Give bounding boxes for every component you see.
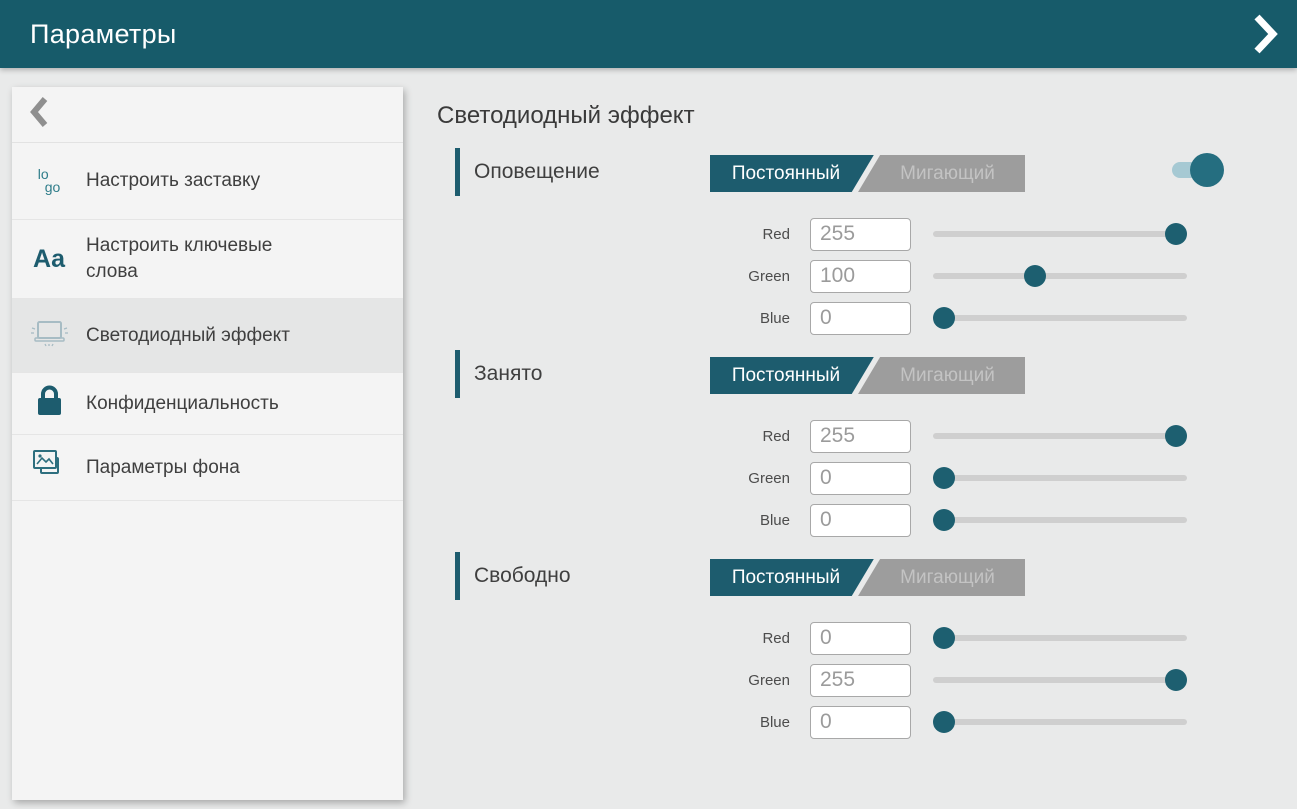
red-row: Red: [455, 213, 1255, 255]
blue-slider[interactable]: [933, 719, 1187, 725]
font-aa-icon: Aa: [33, 245, 65, 274]
monitor-glow-icon: [27, 316, 71, 355]
section-title: Оповещение: [474, 160, 600, 184]
images-icon: [31, 448, 67, 487]
red-slider[interactable]: [933, 433, 1187, 439]
red-row: Red: [455, 617, 1255, 659]
blue-value-input[interactable]: [810, 302, 911, 335]
section-accent-bar: [455, 148, 460, 196]
sidebar-item-keywords[interactable]: Aa Настроить ключевые слова: [12, 220, 403, 299]
sidebar-item-label: Настроить ключевые слова: [86, 233, 336, 284]
sidebar-item-background[interactable]: Параметры фона: [12, 435, 403, 501]
green-label: Green: [700, 470, 790, 487]
slider-thumb[interactable]: [933, 467, 955, 489]
page-title: Параметры: [30, 19, 177, 50]
logo-text-icon: lo go: [38, 168, 61, 194]
red-label: Red: [700, 226, 790, 243]
blue-row: Blue: [455, 297, 1255, 339]
sidebar-item-label: Параметры фона: [86, 455, 252, 481]
mode-toggle-group: Постоянный Мигающий: [710, 559, 1025, 596]
slider-thumb[interactable]: [933, 711, 955, 733]
blue-row: Blue: [455, 499, 1255, 541]
green-value-input[interactable]: [810, 260, 911, 293]
red-slider[interactable]: [933, 635, 1187, 641]
blue-label: Blue: [700, 512, 790, 529]
green-slider[interactable]: [933, 475, 1187, 481]
red-slider[interactable]: [933, 231, 1187, 237]
forward-chevron-icon[interactable]: [1249, 14, 1281, 54]
sidebar-item-screensaver[interactable]: lo go Настроить заставку: [12, 143, 403, 220]
red-label: Red: [700, 428, 790, 445]
settings-sidebar: lo go Настроить заставку Aa Настроить кл…: [12, 87, 403, 800]
sidebar-item-led-effect[interactable]: Светодиодный эффект: [12, 299, 403, 373]
slider-thumb[interactable]: [933, 627, 955, 649]
lock-icon: [36, 385, 63, 422]
sidebar-collapse-button[interactable]: [12, 87, 403, 143]
slider-thumb[interactable]: [933, 509, 955, 531]
blue-label: Blue: [700, 310, 790, 327]
blue-row: Blue: [455, 701, 1255, 743]
red-label: Red: [700, 630, 790, 647]
green-row: Green: [455, 255, 1255, 297]
mode-toggle-group: Постоянный Мигающий: [710, 357, 1025, 394]
blue-slider[interactable]: [933, 315, 1187, 321]
section-busy: Занято Постоянный Мигающий Red Green Blu…: [455, 350, 1255, 541]
green-row: Green: [455, 457, 1255, 499]
content-title: Светодиодный эффект: [437, 102, 695, 130]
red-row: Red: [455, 415, 1255, 457]
section-accent-bar: [455, 350, 460, 398]
slider-thumb[interactable]: [1024, 265, 1046, 287]
green-value-input[interactable]: [810, 664, 911, 697]
red-value-input[interactable]: [810, 218, 911, 251]
mode-toggle-group: Постоянный Мигающий: [710, 155, 1025, 192]
sidebar-item-label: Конфиденциальность: [86, 391, 291, 417]
green-value-input[interactable]: [810, 462, 911, 495]
slider-thumb[interactable]: [1165, 425, 1187, 447]
red-value-input[interactable]: [810, 420, 911, 453]
section-title: Занято: [474, 362, 542, 386]
red-value-input[interactable]: [810, 622, 911, 655]
green-slider[interactable]: [933, 273, 1187, 279]
back-chevron-icon: [30, 97, 48, 132]
green-label: Green: [700, 268, 790, 285]
slider-thumb[interactable]: [1165, 223, 1187, 245]
sidebar-item-label: Настроить заставку: [86, 168, 272, 194]
section-accent-bar: [455, 552, 460, 600]
blue-slider[interactable]: [933, 517, 1187, 523]
app-header: Параметры: [0, 0, 1297, 68]
green-row: Green: [455, 659, 1255, 701]
blue-value-input[interactable]: [810, 504, 911, 537]
green-label: Green: [700, 672, 790, 689]
sidebar-item-label: Светодиодный эффект: [86, 323, 302, 349]
switch-knob: [1190, 153, 1224, 187]
sidebar-item-privacy[interactable]: Конфиденциальность: [12, 373, 403, 435]
section-free: Свободно Постоянный Мигающий Red Green B…: [455, 552, 1255, 743]
blue-value-input[interactable]: [810, 706, 911, 739]
blue-label: Blue: [700, 714, 790, 731]
notification-led-switch[interactable]: [1170, 151, 1230, 189]
slider-thumb[interactable]: [933, 307, 955, 329]
section-notification: Оповещение Постоянный Мигающий Red Green…: [455, 148, 1255, 339]
slider-thumb[interactable]: [1165, 669, 1187, 691]
section-title: Свободно: [474, 564, 571, 588]
green-slider[interactable]: [933, 677, 1187, 683]
